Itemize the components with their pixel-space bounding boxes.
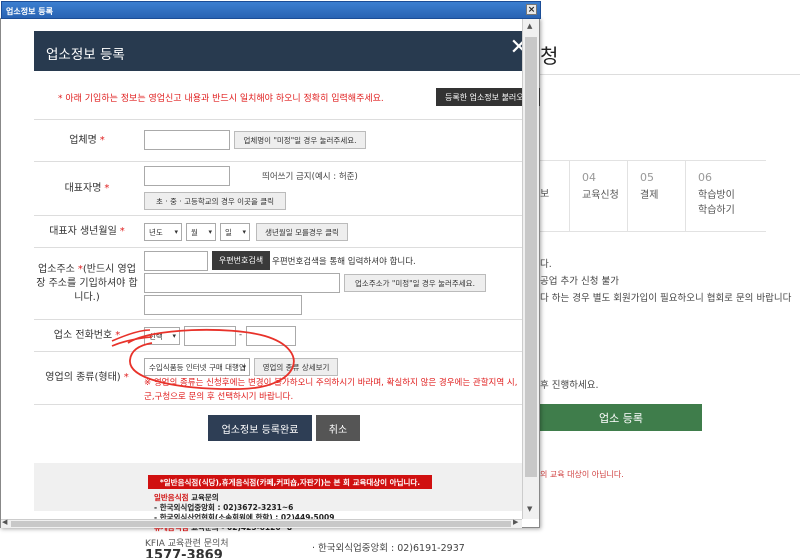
chevron-down-icon: ▾ [174,228,178,236]
background-text-2: 공업 추가 신청 불가 [540,276,619,287]
background-divider [540,74,800,75]
scroll-right-icon: ▶ [513,518,519,526]
step-cut: 보 [540,160,570,232]
phone-prefix-select[interactable]: 선택 ▾ [144,327,180,345]
category-warning: ※ 영업의 종류는 신청후에는 변경이 불가하오니 주의하시기 바라며, 확실하… [144,378,518,402]
not-eligible-banner: *일반음식점(식당),휴게음식점(카페,커피숍,자판기)는 본 회 교육대상이 … [148,475,432,489]
row-birth: 대표자 생년월일 * 년도 ▾ 월 ▾ 일 ▾ 생년월일 모를경우 클릭 [34,215,530,247]
address-detail-input[interactable] [144,295,302,315]
modal-content: * 아래 기입하는 정보는 영업신고 내용과 반드시 일치해야 하오니 정확히 … [34,71,540,532]
horizontal-scroll-thumb[interactable] [11,521,511,527]
footer-contact: · 한국외식업중앙회 : 02)6191-2937 [312,543,465,554]
address-input[interactable] [144,273,340,293]
phone-label: 업소 전화번호 * [53,329,121,341]
chevron-down-icon: ▾ [242,363,246,371]
modal-header: 업소정보 등록 ✕ [34,31,530,71]
business-name-undecided-button[interactable]: 업체명이 "미정"일 경우 눌러주세요. [234,131,366,149]
representative-input[interactable] [144,166,230,186]
birth-unknown-button[interactable]: 생년월일 모를경우 클릭 [256,223,348,241]
window-titlebar: 업소정보 등록 × [1,1,541,19]
phone-dash: - [239,330,243,340]
business-name-label: 업체명 * [69,134,105,146]
background-page-title: 청 [540,44,559,68]
background-text-4: 후 진행하세요. [540,380,599,391]
category-select[interactable]: 수입식품등 인터넷 구매 대행업 ▾ [144,358,250,376]
background-steps: 보 04 교육신청 05 결제 06 학습방이 학습하기 [540,160,766,232]
zipcode-hint: 우편번호검색을 통해 입력하셔야 합니다. [272,257,416,267]
window-close-icon[interactable]: × [526,4,537,15]
background-text-1: 다. [540,259,552,270]
popup-window: 업소정보 등록 × 업소정보 등록 ✕ * 아래 기입하는 정보는 영업신고 내… [0,1,541,532]
address-label: 업소주소 *(반드시 영업장 주소를 기입하셔야 합니다.) [36,263,138,303]
row-category: 영업의 종류(형태) * 수입식품등 인터넷 구매 대행업 ▾ 영업의 종류 상세보… [34,351,530,405]
scroll-up-icon: ▲ [527,22,533,30]
scroll-down-icon: ▼ [527,505,533,513]
cancel-button[interactable]: 취소 [316,415,360,441]
notice-text: * 아래 기입하는 정보는 영업신고 내용과 반드시 일치해야 하오니 정확히 … [58,94,384,104]
category-label: 영업의 종류(형태) * [45,372,129,383]
vertical-scroll-thumb[interactable] [525,37,537,477]
phone-middle-input[interactable] [184,326,236,346]
vertical-scrollbar[interactable]: ▲ ▼ [522,19,539,519]
chevron-down-icon: ▾ [242,228,246,236]
step-06: 06 학습방이 학습하기 [686,160,766,232]
zipcode-input[interactable] [144,251,208,271]
category-detail-button[interactable]: 영업의 종류 상세보기 [254,358,338,376]
zipcode-search-button[interactable]: 우편번호검색 [212,251,270,270]
footer-phone: 1577-3869 [145,548,223,558]
representative-label: 대표자명 * [64,182,110,194]
background-register-button[interactable]: 업소 등록 [540,404,702,431]
chevron-down-icon: ▾ [172,332,176,340]
representative-hint: 띄어쓰기 금지(예시 : 허준) [262,172,358,182]
modal-title: 업소정보 등록 [46,47,125,63]
row-representative: 대표자명 * 띄어쓰기 금지(예시 : 허준) 초 · 중 · 고등학교의 경우 … [34,161,530,215]
phone-last-input[interactable] [246,326,296,346]
row-phone: 업소 전화번호 * 선택 ▾ - [34,319,530,351]
birth-label: 대표자 생년월일 * [49,225,125,237]
school-click-button[interactable]: 초 · 중 · 고등학교의 경우 이곳을 클릭 [144,192,286,210]
notice-bar: * 아래 기입하는 정보는 영업신고 내용과 반드시 일치해야 하오니 정확히 … [44,83,540,109]
birth-year-select[interactable]: 년도 ▾ [144,223,182,241]
row-address: 업소주소 *(반드시 영업장 주소를 기입하셔야 합니다.) 우편번호검색 우편번… [34,247,530,319]
birth-day-select[interactable]: 일 ▾ [220,223,250,241]
address-undecided-button[interactable]: 업소주소가 "미정"일 경우 눌러주세요. [344,274,486,292]
business-name-input[interactable] [144,130,230,150]
step-04: 04 교육신청 [570,160,628,232]
scroll-left-icon: ◀ [2,518,8,526]
step-05: 05 결제 [628,160,686,232]
birth-month-select[interactable]: 월 ▾ [186,223,216,241]
submit-button[interactable]: 업소정보 등록완료 [208,415,312,441]
horizontal-scrollbar[interactable]: ◀ ▶ [1,518,522,528]
background-red-note: 의 교육 대상이 아닙니다. [540,470,624,479]
background-text-3: 다 하는 경우 별도 회원가입이 필요하오니 협회로 문의 바랍니다 [540,293,792,304]
chevron-down-icon: ▾ [208,228,212,236]
row-business-name: 업체명 * 업체명이 "미정"일 경우 눌러주세요. [34,119,530,161]
